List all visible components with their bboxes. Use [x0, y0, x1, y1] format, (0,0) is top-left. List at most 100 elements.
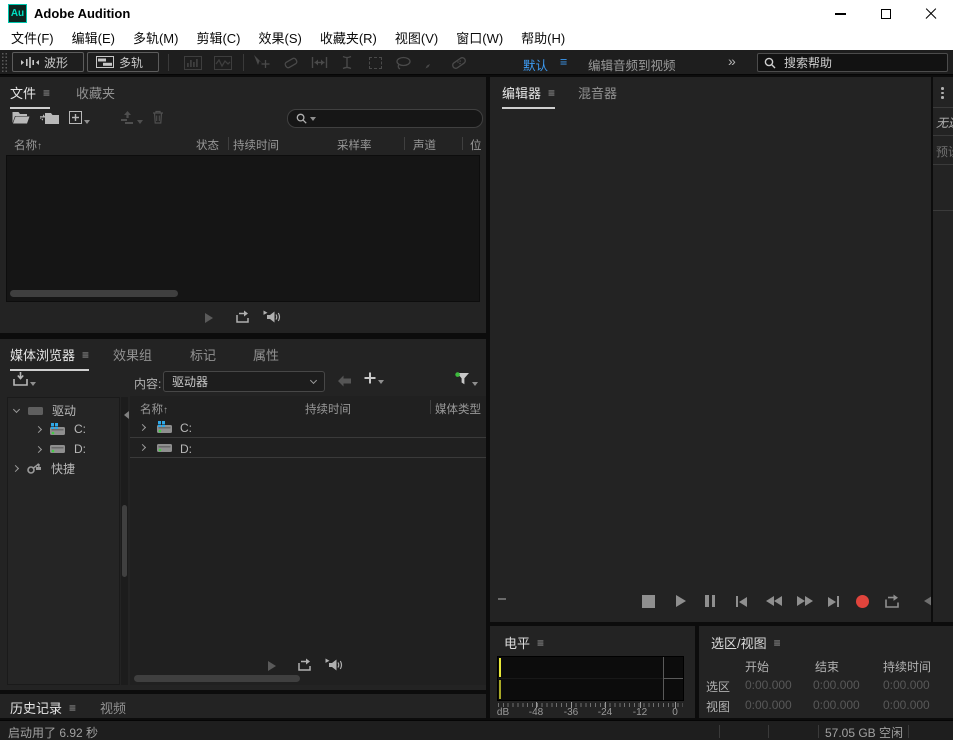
menu-multitrack[interactable]: 多轨(M) — [124, 28, 188, 50]
multitrack-view-button[interactable]: 多轨 — [87, 52, 159, 72]
tab-mixer[interactable]: 混音器 — [578, 83, 617, 102]
clipped-transport-icon[interactable] — [924, 596, 931, 606]
col-channels[interactable]: 声道 — [413, 137, 436, 153]
tab-history[interactable]: 历史记录 ≡ — [10, 698, 76, 718]
chevron-right-icon[interactable] — [139, 444, 146, 451]
preview-autoplay-button[interactable] — [325, 658, 343, 677]
menu-help[interactable]: 帮助(H) — [512, 28, 574, 50]
import-file-button[interactable] — [40, 111, 60, 130]
help-search-input[interactable] — [782, 55, 941, 71]
panel-menu-icon[interactable]: ≡ — [537, 637, 544, 649]
media-list-hscrollbar[interactable] — [134, 675, 300, 682]
play-button[interactable] — [676, 595, 686, 607]
view-end-value[interactable]: 0:00.000 — [813, 698, 860, 712]
filter-button[interactable] — [455, 372, 478, 386]
preview-loop-button[interactable] — [297, 658, 312, 677]
open-file-button[interactable] — [12, 111, 30, 129]
skip-to-start-button[interactable] — [736, 596, 747, 607]
tab-markers[interactable]: 标记 — [190, 345, 216, 364]
preview-loop-button[interactable] — [235, 310, 250, 329]
loop-playback-button[interactable] — [884, 594, 900, 614]
maximize-button[interactable] — [863, 0, 908, 28]
media-tree-vscrollbar[interactable] — [122, 505, 127, 577]
col-state[interactable]: 状态 — [196, 137, 219, 153]
view-start-value[interactable]: 0:00.000 — [745, 698, 792, 712]
record-button[interactable] — [856, 595, 869, 608]
tab-levels[interactable]: 电平 ≡ — [504, 633, 544, 652]
minimize-button[interactable] — [818, 0, 863, 28]
add-shortcut-button[interactable] — [364, 372, 384, 384]
tab-files[interactable]: 文件 ≡ — [10, 83, 50, 109]
tab-favorites[interactable]: 收藏夹 — [76, 83, 115, 102]
file-list[interactable] — [6, 155, 480, 302]
view-duration-value[interactable]: 0:00.000 — [883, 698, 930, 712]
panel-menu-icon[interactable]: ≡ — [774, 637, 781, 649]
panel-menu-icon[interactable]: ≡ — [69, 702, 76, 714]
chevron-right-icon[interactable] — [139, 424, 146, 431]
tab-properties[interactable]: 属性 — [253, 345, 279, 364]
splitter-collapse-icon[interactable] — [124, 411, 129, 419]
waveform-view-button[interactable]: 波形 — [12, 52, 84, 72]
menu-clip[interactable]: 剪辑(C) — [187, 28, 249, 50]
menu-file[interactable]: 文件(F) — [2, 28, 63, 50]
menu-window[interactable]: 窗口(W) — [447, 28, 512, 50]
tree-item-drives[interactable]: 驱动 — [14, 402, 76, 419]
tree-item-d-drive[interactable]: D: — [36, 442, 86, 456]
file-list-hscrollbar[interactable] — [10, 290, 178, 297]
menu-edit[interactable]: 编辑(E) — [63, 28, 124, 50]
drives-dropdown[interactable]: 驱动器 — [163, 371, 325, 392]
preview-autoplay-button[interactable] — [263, 310, 281, 329]
menu-effects[interactable]: 效果(S) — [250, 28, 311, 50]
selection-start-value[interactable]: 0:00.000 — [745, 678, 792, 692]
workspace-default-button[interactable]: 默认 — [523, 55, 548, 74]
rewind-button[interactable] — [766, 596, 782, 606]
tab-selection-view-label: 选区/视图 — [711, 633, 767, 652]
toolbar-drag-handle[interactable] — [1, 52, 8, 73]
selection-end-value[interactable]: 0:00.000 — [813, 678, 860, 692]
import-media-button[interactable] — [13, 372, 36, 386]
files-search-box[interactable] — [287, 109, 483, 128]
media-tree-scroll-track[interactable] — [121, 397, 128, 685]
menu-favorites[interactable]: 收藏夹(R) — [311, 28, 386, 50]
workspace-menu-icon[interactable]: ≡ — [560, 55, 567, 69]
panel-menu-icon[interactable]: ≡ — [82, 349, 89, 361]
chevron-right-icon[interactable] — [35, 445, 42, 452]
tree-item-shortcuts[interactable]: 快捷 — [13, 460, 75, 477]
media-row-c[interactable]: C: — [130, 418, 486, 438]
tree-item-c-drive[interactable]: C: — [36, 422, 86, 436]
chevron-down-icon[interactable] — [13, 406, 20, 413]
selection-duration-value[interactable]: 0:00.000 — [883, 678, 930, 692]
back-button — [337, 374, 352, 392]
chevron-right-icon[interactable] — [12, 465, 19, 472]
col-media-type[interactable]: 媒体类型 — [435, 401, 481, 417]
tab-media-browser[interactable]: 媒体浏览器 ≡ — [10, 345, 89, 371]
col-duration[interactable]: 持续时间 — [233, 137, 279, 153]
new-file-button[interactable] — [69, 111, 90, 124]
workspace-edit-audio-to-video-button[interactable]: 编辑音频到视频 — [588, 55, 676, 74]
tab-selection-view[interactable]: 选区/视图 ≡ — [711, 633, 781, 652]
col-name[interactable]: 名称↑ — [14, 137, 42, 153]
menu-view[interactable]: 视图(V) — [386, 28, 447, 50]
workspace-overflow-chevron[interactable]: » — [728, 53, 736, 69]
editor-resize-handle[interactable] — [498, 598, 506, 600]
panel-menu-dots-icon[interactable] — [941, 87, 944, 99]
close-button[interactable] — [908, 0, 953, 28]
col-bits[interactable]: 位 — [470, 137, 482, 153]
tab-editor[interactable]: 编辑器 ≡ — [502, 83, 555, 109]
chevron-right-icon[interactable] — [35, 425, 42, 432]
stop-button[interactable] — [642, 595, 655, 608]
col-duration: 持续时间 — [883, 658, 931, 675]
skip-to-end-button[interactable] — [828, 596, 839, 607]
fast-forward-button[interactable] — [797, 596, 813, 606]
panel-menu-icon[interactable]: ≡ — [548, 87, 555, 99]
col-name[interactable]: 名称↑ — [140, 401, 168, 417]
media-row-d[interactable]: D: — [130, 438, 486, 458]
col-duration[interactable]: 持续时间 — [305, 401, 351, 417]
panel-menu-icon[interactable]: ≡ — [43, 87, 50, 99]
help-search-box[interactable] — [757, 53, 948, 72]
level-meter[interactable] — [497, 656, 684, 701]
pause-button[interactable] — [705, 595, 715, 607]
tab-effects-rack[interactable]: 效果组 — [113, 345, 152, 364]
col-sample-rate[interactable]: 采样率 — [337, 137, 372, 153]
tab-video[interactable]: 视频 — [100, 698, 126, 717]
